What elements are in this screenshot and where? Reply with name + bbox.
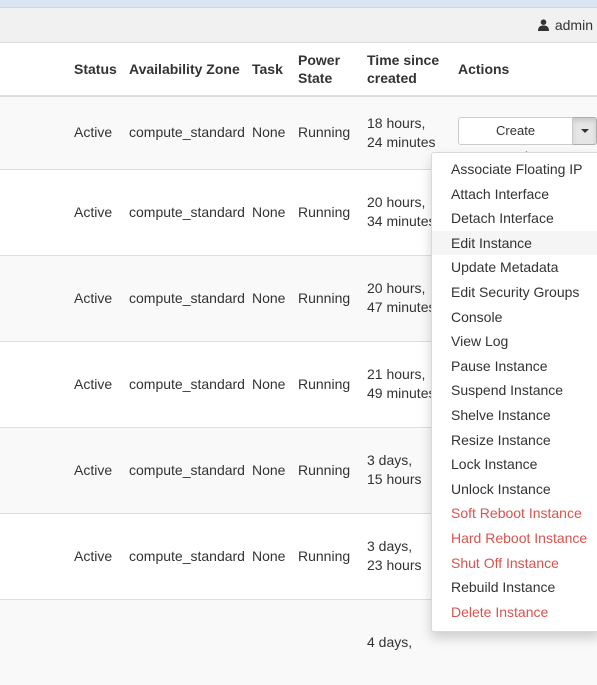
zone-cell: compute_standard: [129, 95, 252, 169]
menu-item-unlock-instance[interactable]: Unlock Instance: [432, 477, 597, 502]
zone-cell: compute_standard: [129, 512, 252, 599]
zone-cell: compute_standard: [129, 340, 252, 427]
menu-item-edit-instance[interactable]: Edit Instance: [432, 230, 597, 256]
menu-item-attach-interface[interactable]: Attach Interface: [432, 182, 597, 207]
cell-spacer: [0, 598, 74, 685]
power-state-cell: Running: [298, 512, 367, 599]
col-task[interactable]: Task: [252, 43, 298, 97]
menu-item-lock-instance[interactable]: Lock Instance: [432, 452, 597, 477]
cell-spacer: [0, 254, 74, 341]
zone-cell: compute_standard: [129, 168, 252, 255]
menu-item-suspend-instance[interactable]: Suspend Instance: [432, 378, 597, 403]
create-snapshot-button[interactable]: Create Snapshot: [458, 116, 574, 164]
task-cell: [252, 598, 298, 685]
col-power-state[interactable]: Power State: [298, 43, 367, 97]
menu-item-shut-off-instance[interactable]: Shut Off Instance: [432, 551, 597, 576]
status-cell: Active: [74, 512, 129, 599]
menu-item-view-log[interactable]: View Log: [432, 329, 597, 354]
col-time-since-created[interactable]: Time since created: [367, 43, 458, 97]
status-cell: Active: [74, 168, 129, 255]
time-text: 4 days,: [367, 633, 413, 650]
menu-item-detach-interface[interactable]: Detach Interface: [432, 206, 597, 231]
task-cell: None: [252, 254, 298, 341]
actions-button-group: Create Snapshot: [458, 116, 597, 164]
cell-spacer: [0, 95, 74, 169]
menu-item-rebuild-instance[interactable]: Rebuild Instance: [432, 575, 597, 600]
menu-item-associate-floating-ip[interactable]: Associate Floating IP: [432, 157, 597, 182]
time-text: 24 minutes: [367, 133, 436, 150]
actions-dropdown-menu: Associate Floating IP Attach Interface Det…: [431, 152, 597, 632]
power-state-cell: Running: [298, 340, 367, 427]
zone-cell: compute_standard: [129, 254, 252, 341]
menu-item-hard-reboot-instance[interactable]: Hard Reboot Instance: [432, 526, 597, 551]
power-state-cell: Running: [298, 254, 367, 341]
user-icon: [537, 19, 549, 31]
top-accent-bar: [0, 0, 597, 8]
col-availability-zone[interactable]: Availability Zone: [129, 43, 252, 97]
status-cell: [74, 598, 129, 685]
caret-down-icon: [580, 128, 589, 133]
col-actions: Actions: [458, 43, 597, 97]
col-status[interactable]: Status: [74, 43, 129, 97]
menu-item-update-metadata[interactable]: Update Metadata: [432, 255, 597, 280]
task-cell: None: [252, 512, 298, 599]
power-state-cell: Running: [298, 168, 367, 255]
menu-item-delete-instance[interactable]: Delete Instance: [432, 600, 597, 625]
top-navbar: admin: [0, 8, 597, 43]
task-cell: None: [252, 168, 298, 255]
col-spacer: [0, 43, 74, 97]
menu-item-console[interactable]: Console: [432, 305, 597, 330]
cell-spacer: [0, 340, 74, 427]
status-cell: Active: [74, 340, 129, 427]
task-cell: None: [252, 340, 298, 427]
zone-cell: [129, 598, 252, 685]
time-text: 18 hours,: [367, 114, 426, 131]
cell-spacer: [0, 168, 74, 255]
cell-spacer: [0, 512, 74, 599]
menu-item-shelve-instance[interactable]: Shelve Instance: [432, 403, 597, 428]
actions-dropdown-toggle[interactable]: [573, 116, 597, 145]
power-state-cell: Running: [298, 95, 367, 169]
menu-item-pause-instance[interactable]: Pause Instance: [432, 354, 597, 379]
power-state-cell: Running: [298, 426, 367, 513]
power-state-cell: [298, 598, 367, 685]
cell-spacer: [0, 426, 74, 513]
menu-item-edit-security-groups[interactable]: Edit Security Groups: [432, 280, 597, 305]
user-name: admin: [554, 17, 593, 33]
task-cell: None: [252, 426, 298, 513]
menu-item-resize-instance[interactable]: Resize Instance: [432, 428, 597, 453]
status-cell: Active: [74, 254, 129, 341]
status-cell: Active: [74, 95, 129, 169]
menu-item-soft-reboot-instance[interactable]: Soft Reboot Instance: [432, 501, 597, 526]
task-cell: None: [252, 95, 298, 169]
status-cell: Active: [74, 426, 129, 513]
zone-cell: compute_standard: [129, 426, 252, 513]
user-menu[interactable]: admin: [537, 17, 593, 33]
